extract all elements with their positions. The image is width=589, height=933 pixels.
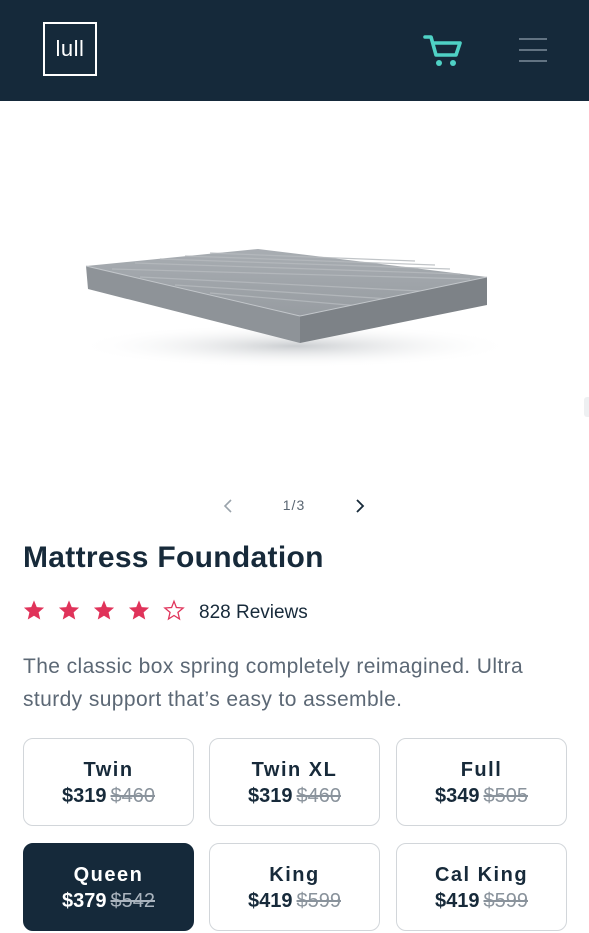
gallery-pager: 1/3 bbox=[0, 491, 589, 521]
product-description: The classic box spring completely reimag… bbox=[23, 655, 524, 711]
product-image-gallery[interactable] bbox=[0, 101, 589, 486]
original-price: $460 bbox=[110, 785, 156, 807]
original-price: $505 bbox=[483, 785, 529, 807]
star-filled-icon bbox=[93, 600, 115, 620]
sale-price: $419 bbox=[248, 890, 293, 912]
original-price: $542 bbox=[110, 890, 156, 912]
hamburger-menu-icon[interactable] bbox=[518, 36, 548, 64]
sale-price: $319 bbox=[62, 785, 107, 807]
size-name: Queen bbox=[73, 864, 144, 886]
sale-price: $319 bbox=[248, 785, 293, 807]
sale-price: $349 bbox=[435, 785, 480, 807]
size-option-twin[interactable]: Twin $319 $460 bbox=[23, 738, 194, 826]
mattress-foundation-image bbox=[75, 249, 515, 368]
product-title: Mattress Foundation bbox=[23, 541, 324, 574]
original-price: $599 bbox=[483, 890, 529, 912]
star-filled-icon bbox=[23, 600, 45, 620]
chevron-right-icon[interactable] bbox=[353, 497, 367, 515]
size-option-full[interactable]: Full $349 $505 bbox=[396, 738, 567, 826]
next-image-peek bbox=[584, 397, 589, 417]
size-option-twin-xl[interactable]: Twin XL $319 $460 bbox=[209, 738, 380, 826]
size-name: Full bbox=[460, 759, 503, 781]
site-header: lull bbox=[0, 0, 589, 101]
original-price: $460 bbox=[296, 785, 342, 807]
original-price: $599 bbox=[296, 890, 342, 912]
size-name: Cal King bbox=[434, 864, 529, 886]
gallery-counter: 1/3 bbox=[282, 497, 306, 513]
star-filled-icon bbox=[128, 600, 150, 620]
size-option-king[interactable]: King $419 $599 bbox=[209, 843, 380, 931]
chevron-left-icon[interactable] bbox=[221, 497, 235, 515]
reviews-link[interactable]: 828 Reviews bbox=[199, 602, 308, 624]
sale-price: $419 bbox=[435, 890, 480, 912]
size-name: King bbox=[269, 864, 320, 886]
cart-icon[interactable] bbox=[423, 33, 463, 69]
size-option-queen[interactable]: Queen $379 $542 bbox=[23, 843, 194, 931]
size-name: Twin bbox=[83, 759, 134, 781]
size-name: Twin XL bbox=[251, 759, 338, 781]
star-outline-icon bbox=[163, 599, 185, 621]
lull-logo[interactable]: lull bbox=[43, 22, 97, 76]
star-filled-icon bbox=[58, 600, 80, 620]
size-option-cal-king[interactable]: Cal King $419 $599 bbox=[396, 843, 567, 931]
sale-price: $379 bbox=[62, 890, 107, 912]
